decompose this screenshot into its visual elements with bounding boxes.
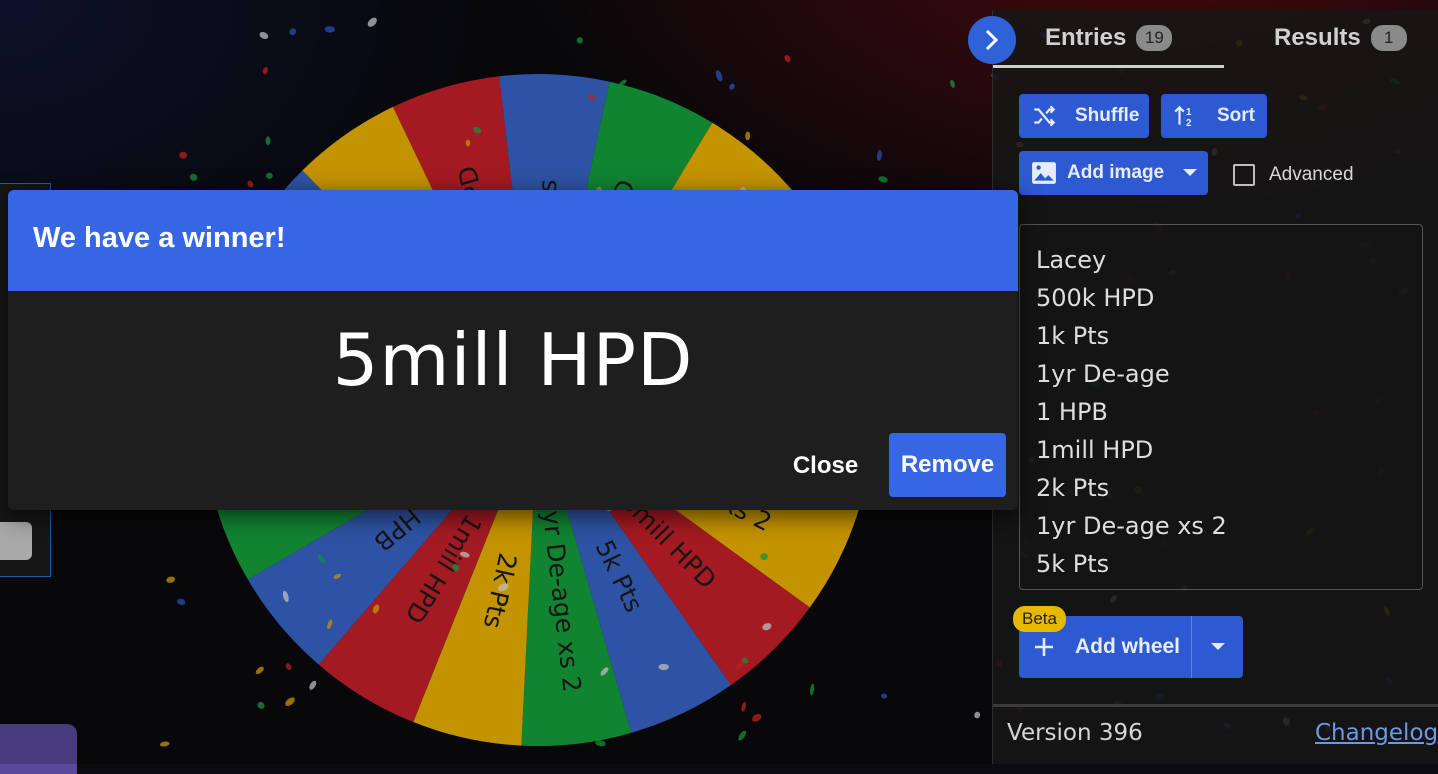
- sort-icon: 1 2: [1174, 105, 1192, 129]
- sort-label: Sort: [1217, 105, 1255, 126]
- entries-count-badge: 19: [1136, 25, 1173, 51]
- entry-item: 1k Pts: [1036, 322, 1110, 350]
- version-text: Version 396: [1007, 720, 1143, 746]
- winner-dialog: We have a winner! 5mill HPD Close Remove: [8, 190, 1018, 510]
- winner-name: 5mill HPD: [332, 318, 694, 402]
- shuffle-button[interactable]: Shuffle: [1019, 94, 1149, 138]
- entry-item: 1mill HPD: [1036, 436, 1154, 464]
- entry-item: Lacey: [1036, 246, 1107, 274]
- collapse-panel-button[interactable]: [968, 16, 1016, 64]
- beta-badge: Beta: [1013, 606, 1066, 632]
- entry-item: 2k Pts: [1036, 474, 1110, 502]
- footer-divider: [993, 704, 1438, 707]
- dialog-title: We have a winner!: [33, 222, 286, 254]
- entry-item: 500k HPD: [1036, 284, 1155, 312]
- results-count-badge: 1: [1370, 25, 1407, 51]
- add-image-label: Add image: [1067, 162, 1165, 183]
- dialog-header: We have a winner!: [8, 190, 1018, 291]
- panel-tabs: Entries 19 Results 1: [993, 10, 1438, 68]
- tab-results-label: Results: [1274, 24, 1361, 51]
- chevron-right-icon: [985, 29, 999, 51]
- remove-button[interactable]: Remove: [889, 433, 1006, 497]
- entries-panel: Entries 19 Results 1 Shuffle 1 2 Sort Ad…: [992, 10, 1438, 764]
- entry-item: 1yr De-age: [1036, 360, 1170, 388]
- changelog-link[interactable]: Changelog: [1315, 720, 1438, 746]
- close-button[interactable]: Close: [778, 434, 873, 498]
- advanced-toggle[interactable]: Advanced: [1233, 162, 1354, 188]
- add-wheel-dropdown[interactable]: [1192, 616, 1243, 678]
- entry-item: 1 HPB: [1036, 398, 1108, 426]
- chevron-down-icon: [1183, 169, 1198, 176]
- entry-item: 1yr De-age xs 2: [1036, 512, 1227, 540]
- active-tab-indicator: [993, 65, 1224, 68]
- shuffle-icon: [1034, 105, 1056, 127]
- tab-entries[interactable]: Entries 19: [1045, 10, 1173, 66]
- sort-button[interactable]: 1 2 Sort: [1161, 94, 1267, 138]
- plus-icon: [1035, 638, 1053, 656]
- tab-entries-label: Entries: [1045, 24, 1127, 51]
- add-wheel-label: Add wheel: [1075, 635, 1181, 658]
- advanced-label: Advanced: [1269, 164, 1354, 185]
- shuffle-label: Shuffle: [1075, 105, 1140, 126]
- svg-text:1: 1: [1186, 107, 1192, 118]
- entry-item: 5k Pts: [1036, 550, 1110, 578]
- tab-results[interactable]: Results 1: [1274, 10, 1407, 66]
- entries-textarea[interactable]: Lacey 500k HPD 1k Pts 1yr De-age 1 HPB 1mill …: [1019, 224, 1423, 590]
- image-icon: [1032, 162, 1056, 184]
- svg-text:2: 2: [1186, 118, 1192, 129]
- chevron-down-icon: [1210, 643, 1225, 650]
- add-image-button[interactable]: Add image: [1019, 151, 1208, 195]
- advanced-checkbox[interactable]: [1233, 164, 1255, 186]
